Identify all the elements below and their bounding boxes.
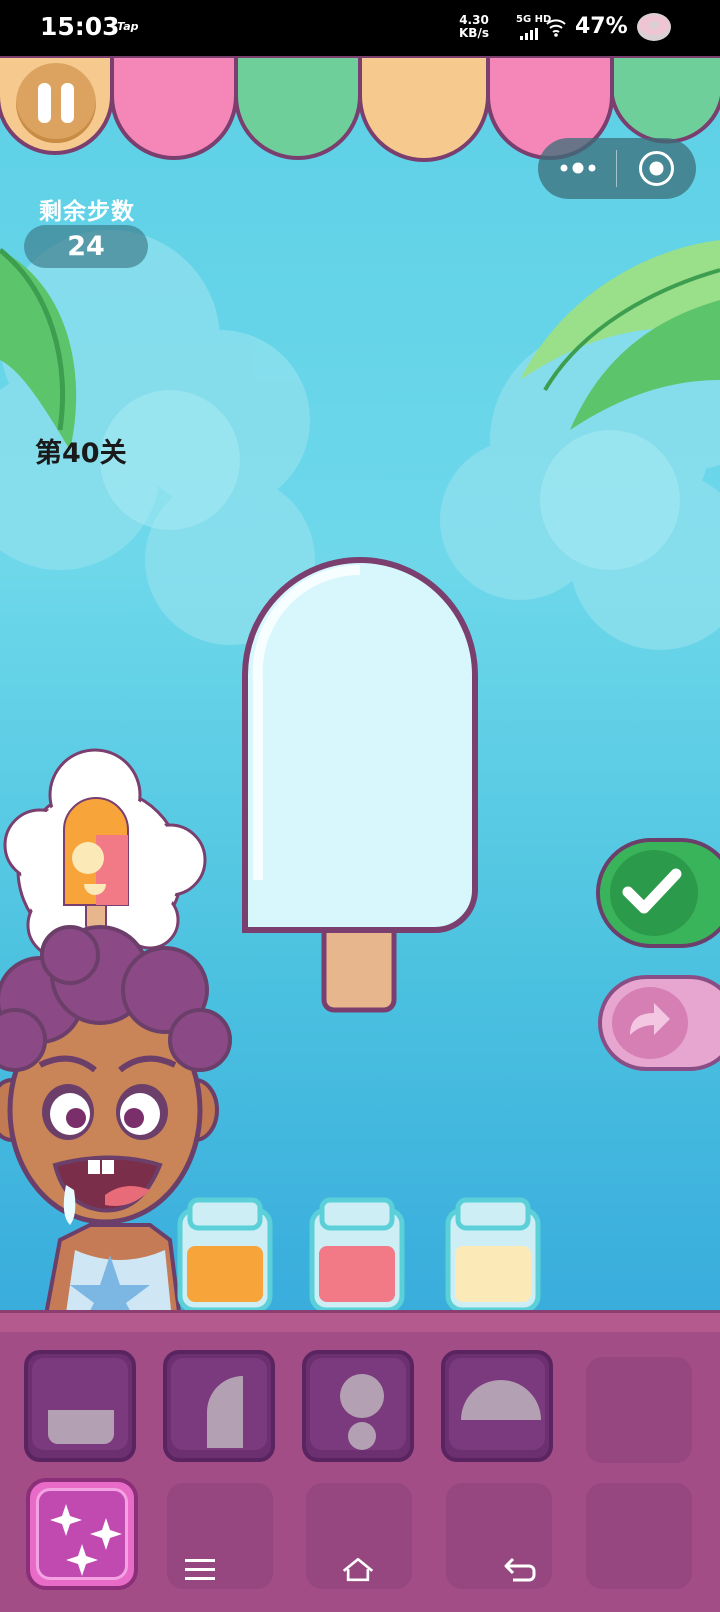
checkmark-icon xyxy=(622,868,682,914)
dome-shape-icon xyxy=(461,1380,541,1420)
magic-hint-button[interactable] xyxy=(26,1478,138,1590)
shape-slot-half-oval[interactable] xyxy=(163,1350,275,1462)
shape-slot-empty xyxy=(586,1357,692,1463)
shape-slot-empty xyxy=(586,1483,692,1589)
jar-red[interactable] xyxy=(309,1197,405,1313)
redo-button[interactable] xyxy=(598,975,720,1071)
jar-cream[interactable] xyxy=(445,1197,541,1313)
shape-slot-dome[interactable] xyxy=(441,1350,553,1462)
back-icon[interactable] xyxy=(503,1555,537,1585)
bowl-shape-icon xyxy=(48,1410,114,1444)
menu-icon[interactable] xyxy=(183,1555,217,1585)
game-scene: 15:03 Tap 4.30 KB/s 5G HD 47% 剩余步数 24 第4… xyxy=(0,0,720,1612)
confirm-button[interactable] xyxy=(596,838,720,948)
shape-slot-double-circle[interactable] xyxy=(302,1350,414,1462)
shape-slot-bowl[interactable] xyxy=(24,1350,136,1462)
jar-orange[interactable] xyxy=(177,1197,273,1313)
half-oval-shape-icon xyxy=(207,1376,243,1448)
double-circle-shape-icon xyxy=(340,1374,384,1450)
home-icon[interactable] xyxy=(341,1555,375,1585)
sparkles-icon xyxy=(50,1504,122,1576)
redo-arrow-icon xyxy=(630,1003,670,1035)
